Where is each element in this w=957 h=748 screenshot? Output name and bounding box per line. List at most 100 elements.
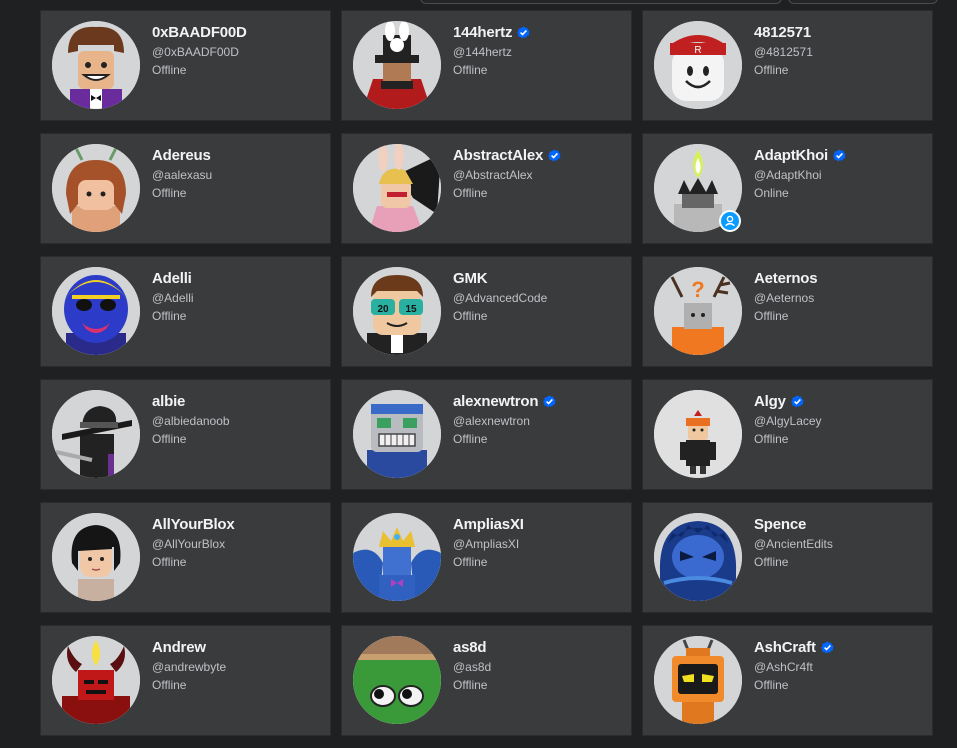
- friend-display-name[interactable]: as8d: [453, 639, 487, 656]
- online-presence-icon: [719, 210, 741, 232]
- friend-display-name[interactable]: Algy: [754, 393, 786, 410]
- friend-display-name[interactable]: Adereus: [152, 147, 211, 164]
- friend-username: @0xBAADF00D: [152, 45, 239, 59]
- friend-username: @AllYourBlox: [152, 537, 226, 551]
- friend-status: Offline: [152, 309, 187, 323]
- orange-tv-head-avatar[interactable]: [654, 636, 742, 724]
- friend-username: @AlgyLacey: [754, 414, 822, 428]
- friend-card[interactable]: AbstractAlex @AbstractAlex Offline: [341, 133, 632, 244]
- friend-display-name[interactable]: AllYourBlox: [152, 516, 235, 533]
- friend-display-name[interactable]: 0xBAADF00D: [152, 24, 247, 41]
- friend-status: Offline: [152, 63, 187, 77]
- friend-display-name[interactable]: AmpliasXI: [453, 516, 524, 533]
- friend-display-name[interactable]: Andrew: [152, 639, 206, 656]
- friend-card[interactable]: Spence @AncientEdits Offline: [642, 502, 933, 613]
- friend-display-name[interactable]: 4812571: [754, 24, 811, 41]
- friend-username: @alexnewtron: [453, 414, 530, 428]
- friend-username: @4812571: [754, 45, 813, 59]
- friend-username: @as8d: [453, 660, 492, 674]
- friend-card[interactable]: AdaptKhoi @AdaptKhoi Online: [642, 133, 933, 244]
- verified-badge-icon: [820, 641, 834, 654]
- friend-status: Offline: [152, 186, 187, 200]
- friend-display-name[interactable]: albie: [152, 393, 185, 410]
- white-smile-red-cap-avatar[interactable]: R: [654, 21, 742, 109]
- friend-username: @andrewbyte: [152, 660, 227, 674]
- friend-status: Offline: [453, 555, 488, 569]
- friends-grid: 0xBAADF00D @0xBAADF00D Offline 144hertz …: [40, 10, 933, 736]
- friend-status: Offline: [754, 63, 789, 77]
- friend-username: @AshCr4ft: [754, 660, 813, 674]
- friend-status: Offline: [453, 678, 488, 692]
- svg-text:15: 15: [405, 304, 417, 315]
- friend-display-name[interactable]: 144hertz: [453, 24, 512, 41]
- friend-card[interactable]: Algy @AlgyLacey Offline: [642, 379, 933, 490]
- friend-card[interactable]: R 4812571 @4812571 Offline: [642, 10, 933, 121]
- svg-text:?: ?: [691, 277, 704, 302]
- green-block-eyes-avatar[interactable]: [353, 636, 441, 724]
- friend-card[interactable]: as8d @as8d Offline: [341, 625, 632, 736]
- friend-status: Online: [754, 186, 789, 200]
- friend-card[interactable]: 0xBAADF00D @0xBAADF00D Offline: [40, 10, 331, 121]
- friend-status: Offline: [152, 555, 187, 569]
- gold-crown-blue-wings-avatar[interactable]: [353, 513, 441, 601]
- friend-display-name[interactable]: AshCraft: [754, 639, 816, 656]
- friend-username: @albiedanoob: [152, 414, 230, 428]
- friend-card[interactable]: 144hertz @144hertz Offline: [341, 10, 632, 121]
- blue-yellow-mask-avatar[interactable]: [52, 267, 140, 355]
- verified-badge-icon: [790, 395, 804, 408]
- friend-status: Offline: [754, 678, 789, 692]
- friend-status: Offline: [754, 309, 789, 323]
- friend-username: @AncientEdits: [754, 537, 833, 551]
- bunny-top-hat-red-coat-avatar[interactable]: [353, 21, 441, 109]
- brown-hair-antennae-avatar[interactable]: [52, 144, 140, 232]
- friend-card[interactable]: Adereus @aalexasu Offline: [40, 133, 331, 244]
- friend-card[interactable]: ? Aeternos @Aeternos Offline: [642, 256, 933, 367]
- robot-grin-avatar[interactable]: [353, 390, 441, 478]
- friend-display-name[interactable]: AbstractAlex: [453, 147, 543, 164]
- friend-status: Offline: [453, 186, 488, 200]
- friend-display-name[interactable]: GMK: [453, 270, 488, 287]
- friend-username: @144hertz: [453, 45, 512, 59]
- blue-hood-avatar[interactable]: [654, 513, 742, 601]
- friend-username: @AbstractAlex: [453, 168, 533, 182]
- friend-status: Offline: [453, 309, 488, 323]
- top-button-left[interactable]: [420, 0, 782, 4]
- friend-card[interactable]: 20 15 GMK @AdvancedCode Offline: [341, 256, 632, 367]
- friend-status: Offline: [453, 63, 488, 77]
- friend-username: @Aeternos: [754, 291, 815, 305]
- red-flame-horns-avatar[interactable]: [52, 636, 140, 724]
- black-fedora-avatar[interactable]: [52, 390, 140, 478]
- 2015-glasses-avatar[interactable]: 20 15: [353, 267, 441, 355]
- friend-display-name[interactable]: Spence: [754, 516, 806, 533]
- brown-hair-purple-suit-avatar[interactable]: [52, 21, 140, 109]
- friend-card[interactable]: AllYourBlox @AllYourBlox Offline: [40, 502, 331, 613]
- friend-status: Offline: [152, 678, 187, 692]
- svg-text:20: 20: [377, 304, 389, 315]
- friend-card[interactable]: Adelli @Adelli Offline: [40, 256, 331, 367]
- friend-card[interactable]: alexnewtron @alexnewtron Offline: [341, 379, 632, 490]
- dark-bob-hair-avatar[interactable]: [52, 513, 140, 601]
- bunny-ears-dark-wings-avatar[interactable]: [353, 144, 441, 232]
- friend-status: Offline: [754, 555, 789, 569]
- verified-badge-icon: [517, 26, 530, 39]
- verified-badge-icon: [548, 149, 561, 162]
- friend-status: Offline: [754, 432, 789, 446]
- friend-card[interactable]: Andrew @andrewbyte Offline: [40, 625, 331, 736]
- friend-card[interactable]: albie @albiedanoob Offline: [40, 379, 331, 490]
- friend-status: Offline: [152, 432, 187, 446]
- small-orange-cap-avatar[interactable]: [654, 390, 742, 478]
- friend-display-name[interactable]: Adelli: [152, 270, 192, 287]
- friend-display-name[interactable]: alexnewtron: [453, 393, 539, 410]
- friend-username: @AdvancedCode: [453, 291, 548, 305]
- question-mark-antlers-avatar[interactable]: ?: [654, 267, 742, 355]
- top-button-right[interactable]: [788, 0, 938, 4]
- friend-status: Offline: [453, 432, 488, 446]
- friend-username: @aalexasu: [152, 168, 213, 182]
- friend-username: @AmpliasXI: [453, 537, 520, 551]
- friend-card[interactable]: AmpliasXI @AmpliasXI Offline: [341, 502, 632, 613]
- friend-display-name[interactable]: AdaptKhoi: [754, 147, 828, 164]
- svg-text:R: R: [694, 45, 701, 56]
- friend-display-name[interactable]: Aeternos: [754, 270, 818, 287]
- friend-card[interactable]: AshCraft @AshCr4ft Offline: [642, 625, 933, 736]
- verified-badge-icon: [543, 395, 556, 408]
